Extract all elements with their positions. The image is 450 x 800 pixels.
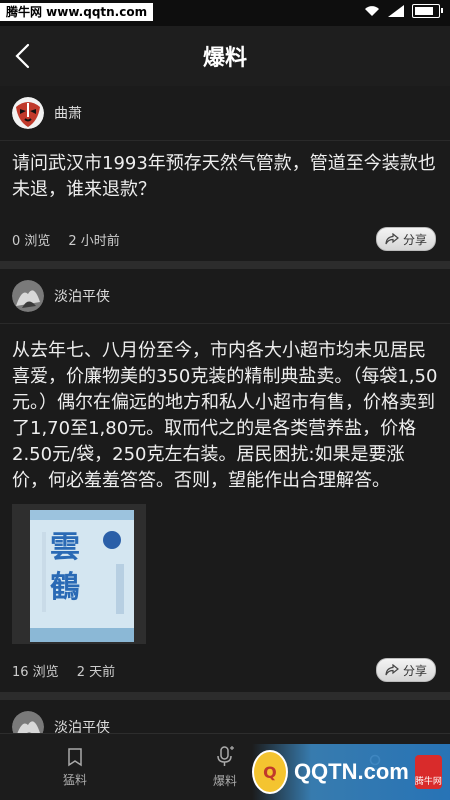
share-label: 分享 <box>402 663 427 678</box>
post-meta: 0 浏览 2 小时前 分享 <box>0 217 450 261</box>
post-card[interactable]: 淡泊平侠 <box>0 700 450 734</box>
bookmark-icon <box>68 747 82 766</box>
post-feed[interactable]: 曲萧 请问武汉市1993年预存天然气管款，管道至今装款也未退，谁来退款？ 0 浏… <box>0 86 450 734</box>
post-author[interactable]: 淡泊平侠 <box>0 700 450 734</box>
avatar[interactable] <box>12 711 44 734</box>
post-text: 从去年七、八月份至今，市内各大小超市均未见居民喜爱，价廉物美的350克装的精制典… <box>12 340 438 491</box>
status-bar: 腾牛网 www.qqtn.com <box>0 0 450 26</box>
username[interactable]: 淡泊平侠 <box>54 286 110 306</box>
battery-icon <box>412 4 443 18</box>
username[interactable]: 曲萧 <box>54 103 82 123</box>
share-icon <box>385 233 399 245</box>
view-count: 16 浏览 <box>12 664 59 680</box>
watermark-top: 腾牛网 www.qqtn.com <box>0 3 154 21</box>
tab-label: 猛料 <box>62 772 87 787</box>
share-button[interactable]: 分享 <box>375 227 436 251</box>
avatar[interactable] <box>12 97 44 129</box>
post-time: 2 天前 <box>76 664 116 680</box>
tab-mengliao[interactable]: 猛料 <box>0 734 150 800</box>
post-author[interactable]: 淡泊平侠 <box>0 269 450 324</box>
share-label: 分享 <box>402 232 427 247</box>
signal-icon <box>388 5 404 17</box>
post-text: 请问武汉市1993年预存天然气管款，管道至今装款也未退，谁来退款？ <box>12 153 436 200</box>
post-image[interactable]: 雲鶴 <box>12 504 146 644</box>
post-card[interactable]: 曲萧 请问武汉市1993年预存天然气管款，管道至今装款也未退，谁来退款？ 0 浏… <box>0 86 450 269</box>
status-icons <box>364 4 443 18</box>
page-title: 爆料 <box>202 46 247 71</box>
watermark-bottom: Q QQTN.com 腾牛网 <box>252 744 450 800</box>
wifi-icon <box>365 6 379 16</box>
watermark-badge: 腾牛网 <box>414 755 442 789</box>
share-icon <box>385 664 399 676</box>
username[interactable]: 淡泊平侠 <box>54 717 110 734</box>
watermark-text: QQTN.com <box>293 759 409 784</box>
share-button[interactable]: 分享 <box>375 658 436 682</box>
post-author[interactable]: 曲萧 <box>0 86 450 141</box>
back-button[interactable] <box>8 40 40 72</box>
post-card[interactable]: 淡泊平侠 从去年七、八月份至今，市内各大小超市均未见居民喜爱，价廉物美的350克… <box>0 269 450 700</box>
view-count: 0 浏览 <box>12 233 51 249</box>
image-label: 雲鶴 <box>50 530 80 605</box>
chevron-left-icon <box>15 43 30 69</box>
post-time: 2 小时前 <box>68 233 120 249</box>
app-header: 爆料 <box>0 26 450 86</box>
post-meta: 16 浏览 2 天前 分享 <box>0 648 450 692</box>
watermark-logo: Q <box>252 750 288 794</box>
tab-label: 爆料 <box>212 773 237 788</box>
microphone-icon <box>217 745 234 766</box>
avatar[interactable] <box>12 280 44 312</box>
